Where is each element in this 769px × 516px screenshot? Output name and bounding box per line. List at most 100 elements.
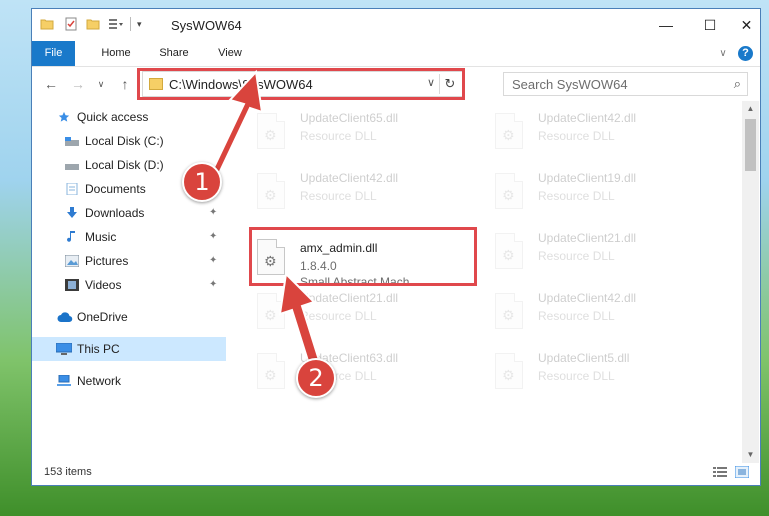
sidebar-item-label: Local Disk (C:) [85,134,164,148]
file-name: UpdateClient21.dll [538,231,637,245]
file-type: Resource DLL [538,129,615,143]
gear-icon: ⚙ [264,187,277,203]
file-type: Resource DLL [300,189,377,203]
dll-file-icon: ⚙ [495,173,523,209]
documents-icon [66,183,78,195]
sidebar-item-network[interactable]: Network [32,369,226,393]
gear-icon: ⚙ [502,367,515,383]
file-type: Resource DLL [300,129,377,143]
pictures-icon [65,255,79,267]
tab-file[interactable]: File [32,41,75,66]
scroll-up-icon[interactable]: ▲ [742,101,759,117]
tab-home[interactable]: Home [96,41,136,66]
sidebar-item-label: Documents [85,182,146,196]
new-folder-icon[interactable] [86,17,100,31]
sidebar-item-label: OneDrive [77,310,128,324]
sidebar-item-label: Downloads [85,206,145,220]
expand-ribbon-icon[interactable]: ∨ [716,41,730,66]
network-icon [57,375,71,386]
folder-icon[interactable] [40,17,54,31]
scroll-thumb[interactable] [745,119,756,171]
sidebar-item-label: Local Disk (D:) [85,158,164,172]
large-icons-view-icon[interactable] [735,466,749,478]
file-name: UpdateClient65.dll [300,111,399,125]
sidebar-item-music[interactable]: Music ✦ [32,225,226,249]
toolbar-separator [130,17,131,31]
pin-icon: ✦ [209,255,218,266]
step-2-badge: 2 [296,358,336,398]
file-type: Resource DLL [538,369,615,383]
back-button[interactable]: ← [40,73,62,95]
sidebar-item-downloads[interactable]: Downloads ✦ [32,201,226,225]
sidebar-item-label: This PC [77,342,120,356]
forward-button[interactable]: → [67,73,89,95]
videos-icon [65,279,79,291]
drive-icon [65,137,79,146]
tab-share[interactable]: Share [154,41,194,66]
search-input[interactable]: Search SysWOW64 ⌕ [503,72,748,96]
search-icon[interactable]: ⌕ [734,76,741,92]
file-item[interactable]: ⚙ UpdateClient42.dll Resource DLL [465,285,695,345]
cloud-icon [57,312,73,323]
file-item[interactable]: ⚙ UpdateClient63.dll Resource DLL [227,345,457,405]
pin-icon: ✦ [209,231,218,242]
dll-file-icon: ⚙ [495,233,523,269]
music-icon [67,231,75,242]
search-placeholder: Search SysWOW64 [512,77,628,92]
properties-icon[interactable] [64,17,78,31]
quick-access-toolbar: ▾ [40,17,142,31]
sidebar-item-label: Network [77,374,122,388]
sidebar-item-quick-access[interactable]: Quick access [32,105,226,129]
pin-icon: ✦ [209,207,218,218]
file-type: Resource DLL [538,189,615,203]
file-name: UpdateClient19.dll [538,171,637,185]
navigation-pane: Quick access Local Disk (C:) Local Disk … [32,105,226,457]
dll-file-icon: ⚙ [495,113,523,149]
file-item[interactable]: ⚙ UpdateClient42.dll Resource DLL [465,105,695,165]
maximize-button[interactable]: ☐ [688,9,732,41]
dll-file-icon: ⚙ [495,293,523,329]
tab-view[interactable]: View [210,41,250,66]
file-item[interactable]: ⚙ UpdateClient21.dll Resource DLL [465,225,695,285]
sidebar-item-onedrive[interactable]: OneDrive [32,305,226,329]
vertical-scrollbar[interactable]: ▲ ▼ [742,101,759,463]
sidebar-item-label: Videos [85,278,122,292]
file-item[interactable]: ⚙ UpdateClient21.dll Resource DLL [227,285,457,345]
pin-icon: ✦ [209,279,218,290]
address-highlight-box [137,68,465,100]
sidebar-item-pictures[interactable]: Pictures ✦ [32,249,226,273]
sidebar-item-videos[interactable]: Videos ✦ [32,273,226,297]
gear-icon: ⚙ [502,187,515,203]
sidebar-item-label: Music [85,230,117,244]
gear-icon: ⚙ [502,307,515,323]
close-button[interactable]: ✕ [732,9,761,41]
sidebar-item-this-pc[interactable]: This PC [32,337,226,361]
title-bar: ▾ SysWOW64 — ☐ ✕ [32,9,760,41]
status-bar: 153 items [32,461,760,485]
sidebar-item-local-disk-c[interactable]: Local Disk (C:) [32,129,226,153]
star-icon [58,111,70,122]
window-title: SysWOW64 [171,18,242,33]
details-view-icon[interactable] [713,466,727,478]
file-name: UpdateClient42.dll [538,291,637,305]
file-type: Resource DLL [538,309,615,323]
gear-icon: ⚙ [502,247,515,263]
file-name: UpdateClient42.dll [300,171,399,185]
file-item[interactable]: ⚙ UpdateClient19.dll Resource DLL [465,165,695,225]
monitor-icon [56,343,72,355]
drive-icon [65,164,79,170]
sidebar-item-label: Quick access [77,110,149,124]
step-1-badge: 1 [182,162,222,202]
up-button[interactable]: ↑ [114,73,136,95]
help-icon[interactable]: ? [738,46,753,61]
recent-locations-icon[interactable]: ∨ [90,73,112,95]
file-type: Resource DLL [538,249,615,263]
file-name: UpdateClient42.dll [538,111,637,125]
item-count: 153 items [44,466,92,478]
minimize-button[interactable]: — [644,9,688,41]
toolbar-dropdown-icon[interactable]: ▾ [137,19,142,30]
ribbon-tabs: File Home Share View ∨ ? [32,41,760,67]
file-item[interactable]: ⚙ UpdateClient5.dll Resource DLL [465,345,695,405]
customize-toolbar-icon[interactable] [108,17,124,31]
file-name: UpdateClient5.dll [538,351,630,365]
